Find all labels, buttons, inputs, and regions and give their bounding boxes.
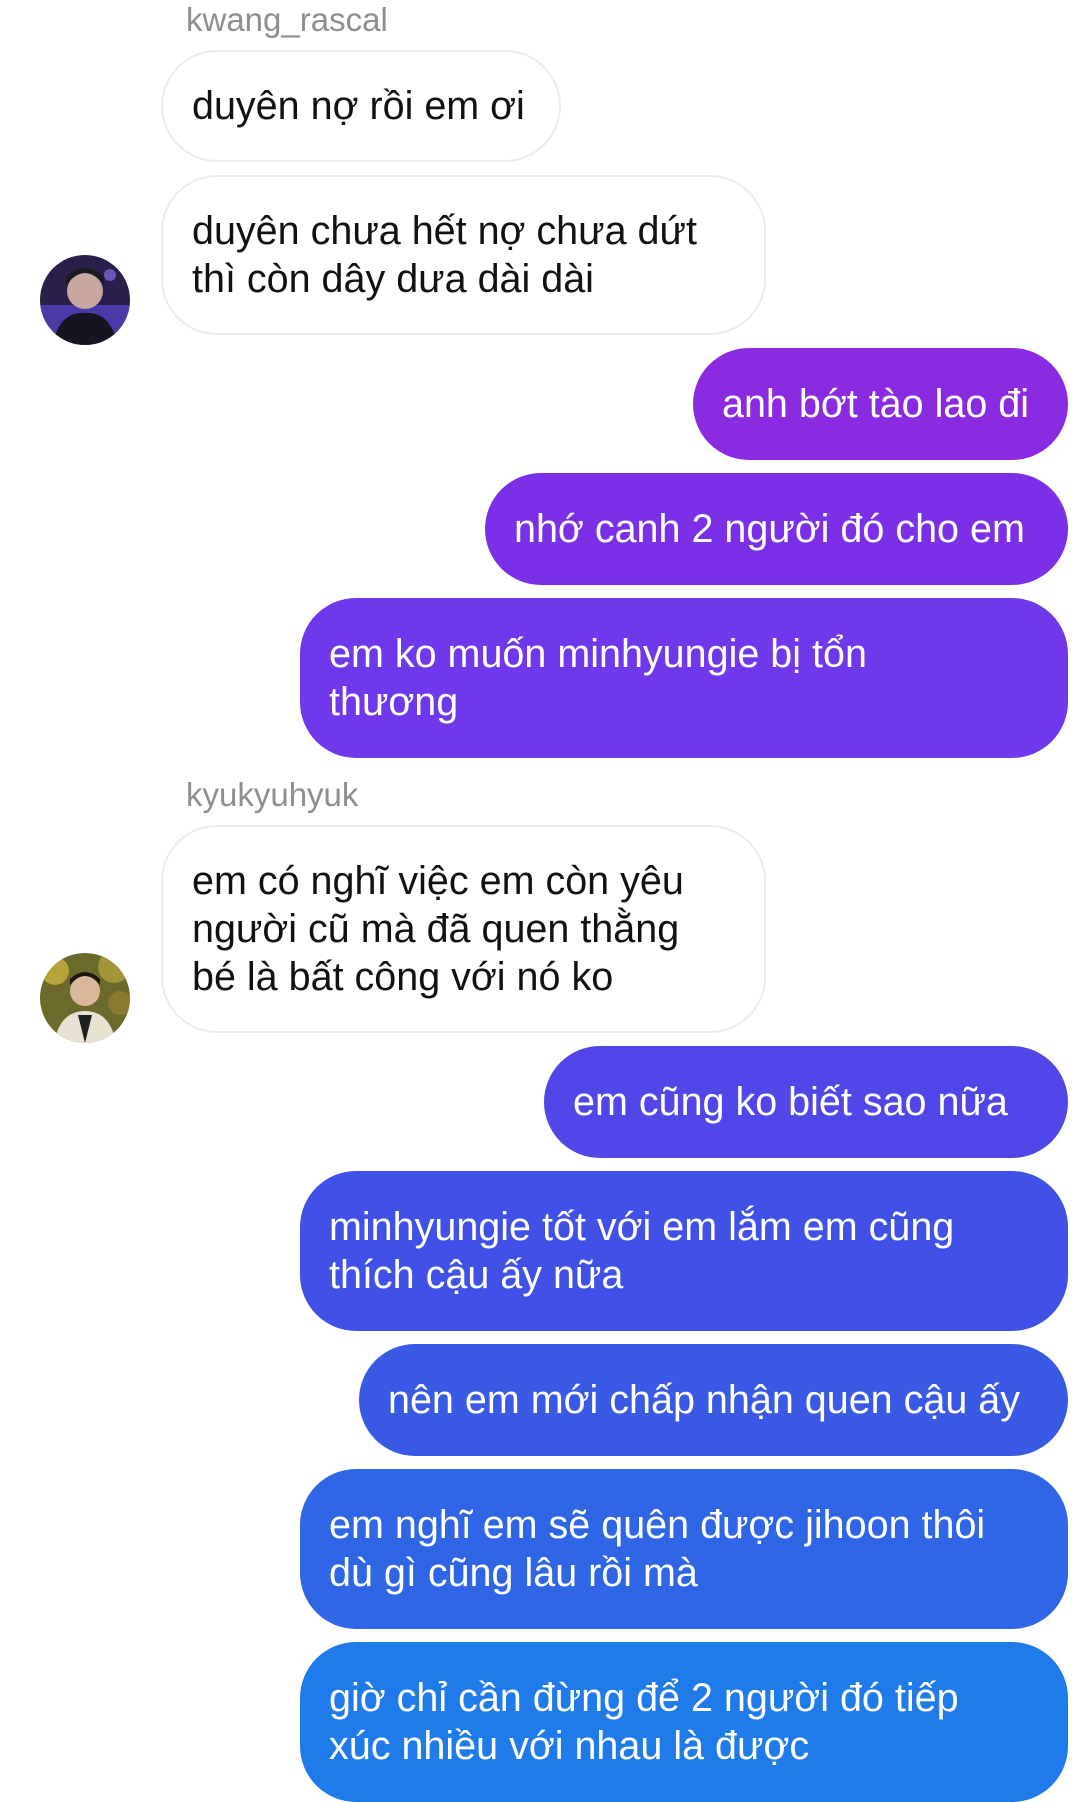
message-text-line: xúc nhiều với nhau là được — [329, 1724, 810, 1768]
sender-name: kyukyuhyuk — [186, 776, 359, 813]
message-text-line: em có nghĩ việc em còn yêu — [192, 859, 684, 903]
message-bubble-outgoing[interactable]: giờ chỉ cần đừng để 2 người đó tiếp xúc … — [300, 1642, 1068, 1802]
message-bubble-outgoing[interactable]: nên em mới chấp nhận quen cậu ấy — [359, 1344, 1068, 1456]
message-text: em cũng ko biết sao nữa — [573, 1080, 1008, 1124]
message-text: anh bớt tào lao đi — [722, 382, 1030, 426]
message-text-line: thương — [329, 680, 459, 724]
message-text-line: thích cậu ấy nữa — [329, 1253, 624, 1297]
message-bubble-incoming[interactable]: em có nghĩ việc em còn yêu người cũ mà đ… — [161, 825, 766, 1033]
message-bubble-outgoing[interactable]: em nghĩ em sẽ quên được jihoon thôi dù g… — [300, 1469, 1068, 1629]
message-text: nên em mới chấp nhận quen cậu ấy — [388, 1378, 1020, 1422]
message-text-line: thì còn dây dưa dài dài — [192, 257, 594, 301]
profile-photo-icon — [40, 953, 130, 1043]
message-bubble-incoming[interactable]: duyên chưa hết nợ chưa dứt thì còn dây d… — [161, 175, 766, 335]
message-bubble-outgoing[interactable]: em ko muốn minhyungie bị tổn thương — [300, 598, 1068, 758]
message-bubble-outgoing[interactable]: anh bớt tào lao đi — [693, 348, 1068, 460]
message-text-line: người cũ mà đã quen thằng — [192, 907, 680, 951]
message-text: nhớ canh 2 người đó cho em — [514, 507, 1025, 551]
message-bubble-incoming[interactable]: duyên nợ rồi em ơi — [161, 50, 561, 162]
message-bubble-outgoing[interactable]: minhyungie tốt với em lắm em cũng thích … — [300, 1171, 1068, 1331]
message-text-line: giờ chỉ cần đừng để 2 người đó tiếp — [329, 1676, 959, 1720]
message-text-line: duyên chưa hết nợ chưa dứt — [192, 209, 697, 253]
message-text-line: minhyungie tốt với em lắm em cũng — [329, 1205, 955, 1249]
message-text-line: dù gì cũng lâu rồi mà — [329, 1551, 698, 1595]
sender-avatar[interactable] — [40, 953, 130, 1043]
message-bubble-outgoing[interactable]: nhớ canh 2 người đó cho em — [485, 473, 1068, 585]
sender-avatar[interactable] — [40, 255, 130, 345]
profile-photo-icon — [40, 255, 130, 345]
message-text-line: bé là bất công với nó ko — [192, 955, 614, 999]
sender-name: kwang_rascal — [186, 1, 388, 38]
message-text-line: em ko muốn minhyungie bị tổn — [329, 632, 867, 676]
message-text: duyên nợ rồi em ơi — [192, 84, 525, 128]
message-bubble-outgoing[interactable]: em cũng ko biết sao nữa — [544, 1046, 1068, 1158]
message-text-line: em nghĩ em sẽ quên được jihoon thôi — [329, 1503, 986, 1547]
